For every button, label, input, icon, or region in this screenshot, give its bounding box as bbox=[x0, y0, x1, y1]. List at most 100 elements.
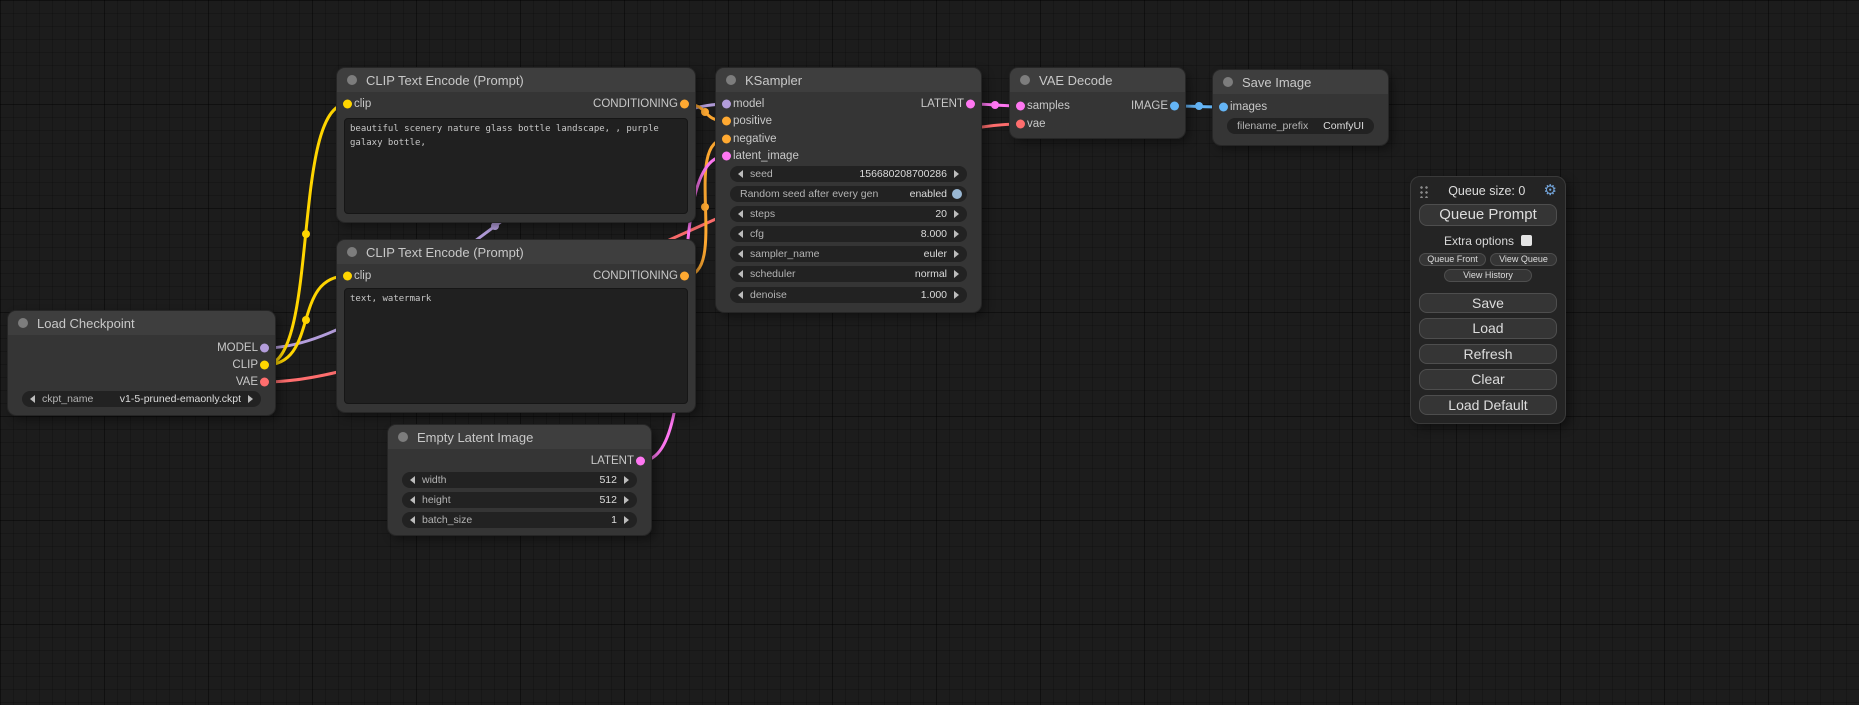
queue-prompt-button[interactable]: Queue Prompt bbox=[1419, 204, 1557, 226]
decrement-arrow-icon[interactable] bbox=[738, 291, 743, 299]
settings-gear-icon[interactable]: ⚙ bbox=[1544, 183, 1557, 198]
increment-arrow-icon[interactable] bbox=[954, 210, 959, 218]
wire-midpoint-dot bbox=[1195, 102, 1203, 110]
node-clip-text-encode-negative[interactable]: CLIP Text Encode (Prompt) clip CONDITION… bbox=[337, 240, 695, 412]
decrement-arrow-icon[interactable] bbox=[410, 476, 415, 484]
collapse-toggle-icon[interactable] bbox=[398, 432, 408, 442]
collapse-toggle-icon[interactable] bbox=[18, 318, 28, 328]
wire-midpoint-dot bbox=[302, 316, 310, 324]
graph-canvas[interactable]: Load Checkpoint MODEL CLIP VAE ckpt_name… bbox=[0, 0, 1859, 705]
clear-button[interactable]: Clear bbox=[1419, 369, 1557, 389]
decrement-arrow-icon[interactable] bbox=[410, 516, 415, 524]
widget-batch-size[interactable]: batch_size 1 bbox=[402, 512, 637, 528]
widget-height[interactable]: height 512 bbox=[402, 492, 637, 508]
increment-arrow-icon[interactable] bbox=[954, 170, 959, 178]
slot-label: CLIP bbox=[232, 359, 258, 371]
widget-denoise[interactable]: denoise 1.000 bbox=[730, 287, 967, 303]
widget-random-seed-toggle[interactable]: Random seed after every gen enabled bbox=[730, 186, 967, 202]
widget-ckpt-name[interactable]: ckpt_name v1-5-pruned-emaonly.ckpt bbox=[22, 391, 261, 407]
output-dot-vae[interactable] bbox=[260, 378, 269, 387]
decrement-arrow-icon[interactable] bbox=[738, 210, 743, 218]
save-button[interactable]: Save bbox=[1419, 293, 1557, 313]
extra-options-checkbox[interactable] bbox=[1521, 235, 1532, 246]
increment-arrow-icon[interactable] bbox=[624, 476, 629, 484]
collapse-toggle-icon[interactable] bbox=[347, 75, 357, 85]
collapse-toggle-icon[interactable] bbox=[726, 75, 736, 85]
widget-label: ckpt_name bbox=[42, 393, 93, 405]
increment-arrow-icon[interactable] bbox=[624, 496, 629, 504]
increment-arrow-icon[interactable] bbox=[954, 291, 959, 299]
node-empty-latent-image[interactable]: Empty Latent Image LATENT width 512 heig… bbox=[388, 425, 651, 535]
node-ksampler[interactable]: KSampler model positive negative latent_… bbox=[716, 68, 981, 312]
node-load-checkpoint[interactable]: Load Checkpoint MODEL CLIP VAE ckpt_name… bbox=[8, 311, 275, 415]
widget-value: euler bbox=[924, 248, 947, 260]
collapse-toggle-icon[interactable] bbox=[1223, 77, 1233, 87]
increment-arrow-icon[interactable] bbox=[248, 395, 253, 403]
collapse-toggle-icon[interactable] bbox=[347, 247, 357, 257]
input-dot-latent-image[interactable] bbox=[722, 152, 731, 161]
increment-arrow-icon[interactable] bbox=[954, 230, 959, 238]
view-history-button[interactable]: View History bbox=[1444, 269, 1532, 282]
widget-cfg[interactable]: cfg 8.000 bbox=[730, 226, 967, 242]
input-dot-negative[interactable] bbox=[722, 135, 731, 144]
slot-label: VAE bbox=[236, 376, 258, 388]
decrement-arrow-icon[interactable] bbox=[30, 395, 35, 403]
node-titlebar[interactable]: Save Image bbox=[1213, 70, 1388, 94]
node-titlebar[interactable]: KSampler bbox=[716, 68, 981, 92]
input-dot-model[interactable] bbox=[722, 100, 731, 109]
prompt-textarea[interactable]: text, watermark bbox=[344, 288, 688, 404]
input-dot-samples[interactable] bbox=[1016, 102, 1025, 111]
widget-filename-prefix[interactable]: filename_prefix ComfyUI bbox=[1227, 118, 1374, 134]
output-dot-image[interactable] bbox=[1170, 102, 1179, 111]
load-default-button[interactable]: Load Default bbox=[1419, 395, 1557, 415]
output-dot-conditioning[interactable] bbox=[680, 100, 689, 109]
output-dot-clip[interactable] bbox=[260, 361, 269, 370]
output-dot-latent[interactable] bbox=[966, 100, 975, 109]
slot-label: latent_image bbox=[733, 150, 799, 162]
node-titlebar[interactable]: CLIP Text Encode (Prompt) bbox=[337, 68, 695, 92]
input-dot-clip[interactable] bbox=[343, 272, 352, 281]
output-dot-conditioning[interactable] bbox=[680, 272, 689, 281]
decrement-arrow-icon[interactable] bbox=[738, 250, 743, 258]
output-slot-conditioning: CONDITIONING bbox=[593, 96, 695, 112]
input-dot-vae[interactable] bbox=[1016, 120, 1025, 129]
output-dot-model[interactable] bbox=[260, 344, 269, 353]
slot-label: MODEL bbox=[217, 342, 258, 354]
node-titlebar[interactable]: Load Checkpoint bbox=[8, 311, 275, 335]
widget-width[interactable]: width 512 bbox=[402, 472, 637, 488]
node-titlebar[interactable]: VAE Decode bbox=[1010, 68, 1185, 92]
output-slot-latent: LATENT bbox=[591, 453, 651, 469]
refresh-button[interactable]: Refresh bbox=[1419, 344, 1557, 364]
collapse-toggle-icon[interactable] bbox=[1020, 75, 1030, 85]
increment-arrow-icon[interactable] bbox=[954, 270, 959, 278]
output-dot-latent[interactable] bbox=[636, 457, 645, 466]
input-dot-images[interactable] bbox=[1219, 103, 1228, 112]
widget-scheduler[interactable]: scheduler normal bbox=[730, 266, 967, 282]
decrement-arrow-icon[interactable] bbox=[410, 496, 415, 504]
node-title: CLIP Text Encode (Prompt) bbox=[366, 245, 524, 260]
node-titlebar[interactable]: Empty Latent Image bbox=[388, 425, 651, 449]
node-title: CLIP Text Encode (Prompt) bbox=[366, 73, 524, 88]
decrement-arrow-icon[interactable] bbox=[738, 270, 743, 278]
view-queue-button[interactable]: View Queue bbox=[1490, 253, 1557, 266]
widget-steps[interactable]: steps 20 bbox=[730, 206, 967, 222]
input-dot-clip[interactable] bbox=[343, 100, 352, 109]
increment-arrow-icon[interactable] bbox=[954, 250, 959, 258]
drag-handle-icon[interactable] bbox=[1419, 184, 1430, 198]
node-save-image[interactable]: Save Image images filename_prefix ComfyU… bbox=[1213, 70, 1388, 145]
widget-seed[interactable]: seed 156680208700286 bbox=[730, 166, 967, 182]
node-clip-text-encode-positive[interactable]: CLIP Text Encode (Prompt) clip CONDITION… bbox=[337, 68, 695, 222]
toggle-knob-icon[interactable] bbox=[952, 189, 962, 199]
input-dot-positive[interactable] bbox=[722, 117, 731, 126]
prompt-textarea[interactable]: beautiful scenery nature glass bottle la… bbox=[344, 118, 688, 214]
decrement-arrow-icon[interactable] bbox=[738, 230, 743, 238]
widget-sampler-name[interactable]: sampler_name euler bbox=[730, 246, 967, 262]
node-titlebar[interactable]: CLIP Text Encode (Prompt) bbox=[337, 240, 695, 264]
node-vae-decode[interactable]: VAE Decode samples vae IMAGE bbox=[1010, 68, 1185, 138]
input-slot-positive: positive bbox=[716, 113, 772, 129]
queue-front-button[interactable]: Queue Front bbox=[1419, 253, 1486, 266]
wire-midpoint-dot bbox=[701, 108, 709, 116]
increment-arrow-icon[interactable] bbox=[624, 516, 629, 524]
load-button[interactable]: Load bbox=[1419, 318, 1557, 338]
decrement-arrow-icon[interactable] bbox=[738, 170, 743, 178]
